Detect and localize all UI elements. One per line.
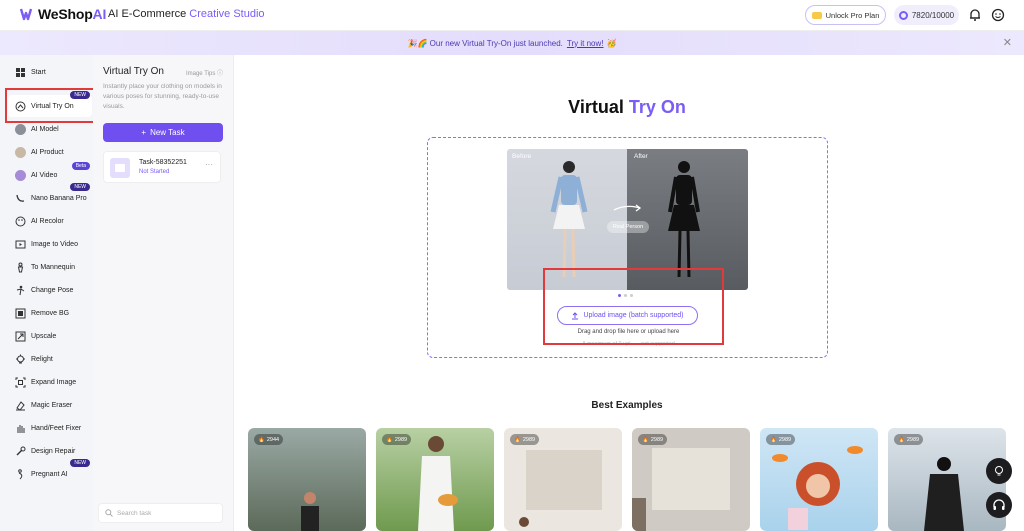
repair-icon bbox=[16, 446, 26, 455]
bulb-icon bbox=[16, 354, 25, 363]
image-placeholder-icon bbox=[110, 158, 130, 178]
fire-icon: 🔥 bbox=[898, 436, 905, 443]
crown-icon bbox=[811, 11, 822, 19]
beta-badge: Beta bbox=[71, 162, 90, 170]
before-label: Before bbox=[512, 153, 532, 160]
bell-icon[interactable] bbox=[968, 8, 982, 22]
product-icon bbox=[15, 146, 26, 158]
banner-link[interactable]: Try it now! bbox=[567, 39, 604, 48]
fire-icon: 🔥 bbox=[258, 436, 265, 443]
sidebar-item-magic-eraser[interactable]: Magic Eraser bbox=[8, 394, 92, 416]
example-card[interactable]: 🔥 2989 bbox=[760, 428, 878, 531]
task-panel-description: Instantly place your clothing on models … bbox=[103, 83, 222, 110]
mannequin-icon bbox=[17, 262, 24, 272]
expand-icon bbox=[15, 377, 26, 387]
upscale-icon bbox=[15, 331, 26, 341]
like-count: 🔥 2989 bbox=[894, 434, 924, 445]
sidebar-item-relight[interactable]: Relight bbox=[8, 348, 92, 370]
film-icon bbox=[15, 240, 26, 248]
image-tips-link[interactable]: Image Tips ⓘ bbox=[186, 68, 223, 77]
arrow-right-icon bbox=[613, 204, 642, 212]
logo[interactable]: WeShopAI bbox=[18, 6, 106, 22]
sidebar-item-ai-recolor[interactable]: AI Recolor bbox=[8, 210, 92, 232]
sidebar: Start Virtual Try On NEW AI Model AI Pro… bbox=[0, 55, 93, 531]
examples-gallery: 🔥 2944 🔥 2989 🔥 2989 🔥 2989 🔥 2989 🔥 2989 bbox=[248, 428, 1008, 531]
main-content: Virtual Try On Before After Real Person … bbox=[234, 55, 1024, 531]
new-task-button[interactable]: + New Task bbox=[103, 123, 223, 142]
user-avatar-icon[interactable] bbox=[991, 8, 1005, 22]
logo-text: WeShopAI bbox=[38, 6, 107, 22]
like-count: 🔥 2944 bbox=[254, 434, 284, 445]
model-figure-before bbox=[550, 161, 588, 278]
sidebar-item-ai-product[interactable]: AI Product bbox=[8, 141, 92, 163]
credit-icon bbox=[898, 10, 908, 20]
fire-icon: 🔥 bbox=[642, 436, 649, 443]
highlight-box-upload bbox=[543, 268, 724, 345]
page-title: Virtual Try On bbox=[568, 97, 686, 117]
sidebar-item-change-pose[interactable]: Change Pose bbox=[8, 279, 92, 301]
video-icon bbox=[15, 169, 26, 181]
task-panel-title: Virtual Try On bbox=[103, 66, 164, 77]
sidebar-item-to-mannequin[interactable]: To Mannequin bbox=[8, 256, 92, 278]
new-badge: NEW bbox=[70, 183, 90, 191]
best-examples-title: Best Examples bbox=[591, 400, 663, 411]
task-card[interactable]: Task-58352251 Not Started ··· bbox=[103, 151, 221, 183]
grid-icon bbox=[16, 67, 25, 77]
fire-icon: 🔥 bbox=[386, 436, 393, 443]
new-badge: NEW bbox=[70, 459, 90, 467]
example-card[interactable]: 🔥 2989 bbox=[376, 428, 494, 531]
like-count: 🔥 2989 bbox=[638, 434, 668, 445]
pose-icon bbox=[16, 285, 25, 295]
unlock-pro-button[interactable]: Unlock Pro Plan bbox=[805, 5, 886, 25]
avatar-icon bbox=[15, 123, 26, 135]
sidebar-item-upscale[interactable]: Upscale bbox=[8, 325, 92, 347]
studio-title: AI E-Commerce Creative Studio bbox=[108, 8, 265, 20]
sidebar-item-image-to-video[interactable]: Image to Video bbox=[8, 233, 92, 255]
fire-icon: 🔥 bbox=[514, 436, 521, 443]
model-figure-after bbox=[668, 161, 700, 278]
sidebar-item-pregnant-ai[interactable]: Pregnant AI NEW bbox=[8, 459, 92, 485]
like-count: 🔥 2989 bbox=[510, 434, 540, 445]
highlight-box-sidebar bbox=[5, 88, 99, 123]
example-card[interactable]: 🔥 2944 bbox=[248, 428, 366, 531]
headset-icon bbox=[993, 499, 1005, 510]
hand-icon bbox=[17, 424, 25, 433]
bulb-icon bbox=[995, 466, 1003, 476]
weshop-logo-icon bbox=[19, 8, 33, 21]
like-count: 🔥 2989 bbox=[382, 434, 412, 445]
close-icon[interactable]: ✕ bbox=[1003, 36, 1012, 49]
remove-bg-icon bbox=[15, 308, 26, 318]
sidebar-item-hand-feet-fixer[interactable]: Hand/Feet Fixer bbox=[8, 417, 92, 439]
credits-badge[interactable]: 7820/10000 bbox=[894, 5, 959, 25]
palette-icon bbox=[15, 216, 26, 226]
real-person-tag: Real Person bbox=[607, 221, 649, 233]
like-count: 🔥 2989 bbox=[766, 434, 796, 445]
announcement-banner: 🎉🌈 Our new Virtual Try-On just launched.… bbox=[0, 31, 1024, 55]
fire-icon: 🔥 bbox=[770, 436, 777, 443]
example-card[interactable]: 🔥 2989 bbox=[504, 428, 622, 531]
task-panel: Virtual Try On Image Tips ⓘ Instantly pl… bbox=[93, 55, 234, 531]
support-button[interactable] bbox=[986, 492, 1012, 518]
tips-button[interactable] bbox=[986, 458, 1012, 484]
pregnant-icon bbox=[18, 468, 23, 479]
after-label: After bbox=[634, 153, 648, 160]
top-bar: WeShopAI AI E-Commerce Creative Studio U… bbox=[0, 0, 1024, 31]
task-status: Not Started bbox=[139, 169, 170, 175]
banana-icon bbox=[16, 194, 25, 202]
sidebar-item-remove-bg[interactable]: Remove BG bbox=[8, 302, 92, 324]
plus-icon: + bbox=[141, 128, 147, 137]
sidebar-item-start[interactable]: Start bbox=[8, 61, 92, 83]
more-options-icon[interactable]: ··· bbox=[205, 160, 213, 169]
task-name: Task-58352251 bbox=[139, 159, 187, 166]
eraser-icon bbox=[16, 400, 25, 411]
sidebar-item-nano-banana-pro[interactable]: Nano Banana Pro NEW bbox=[8, 183, 92, 209]
app-window: WeShopAI AI E-Commerce Creative Studio U… bbox=[0, 0, 1024, 531]
search-task-input[interactable]: Search task bbox=[98, 503, 223, 523]
search-icon bbox=[105, 509, 113, 517]
example-card[interactable]: 🔥 2989 bbox=[632, 428, 750, 531]
sidebar-item-expand-image[interactable]: Expand Image bbox=[8, 371, 92, 393]
